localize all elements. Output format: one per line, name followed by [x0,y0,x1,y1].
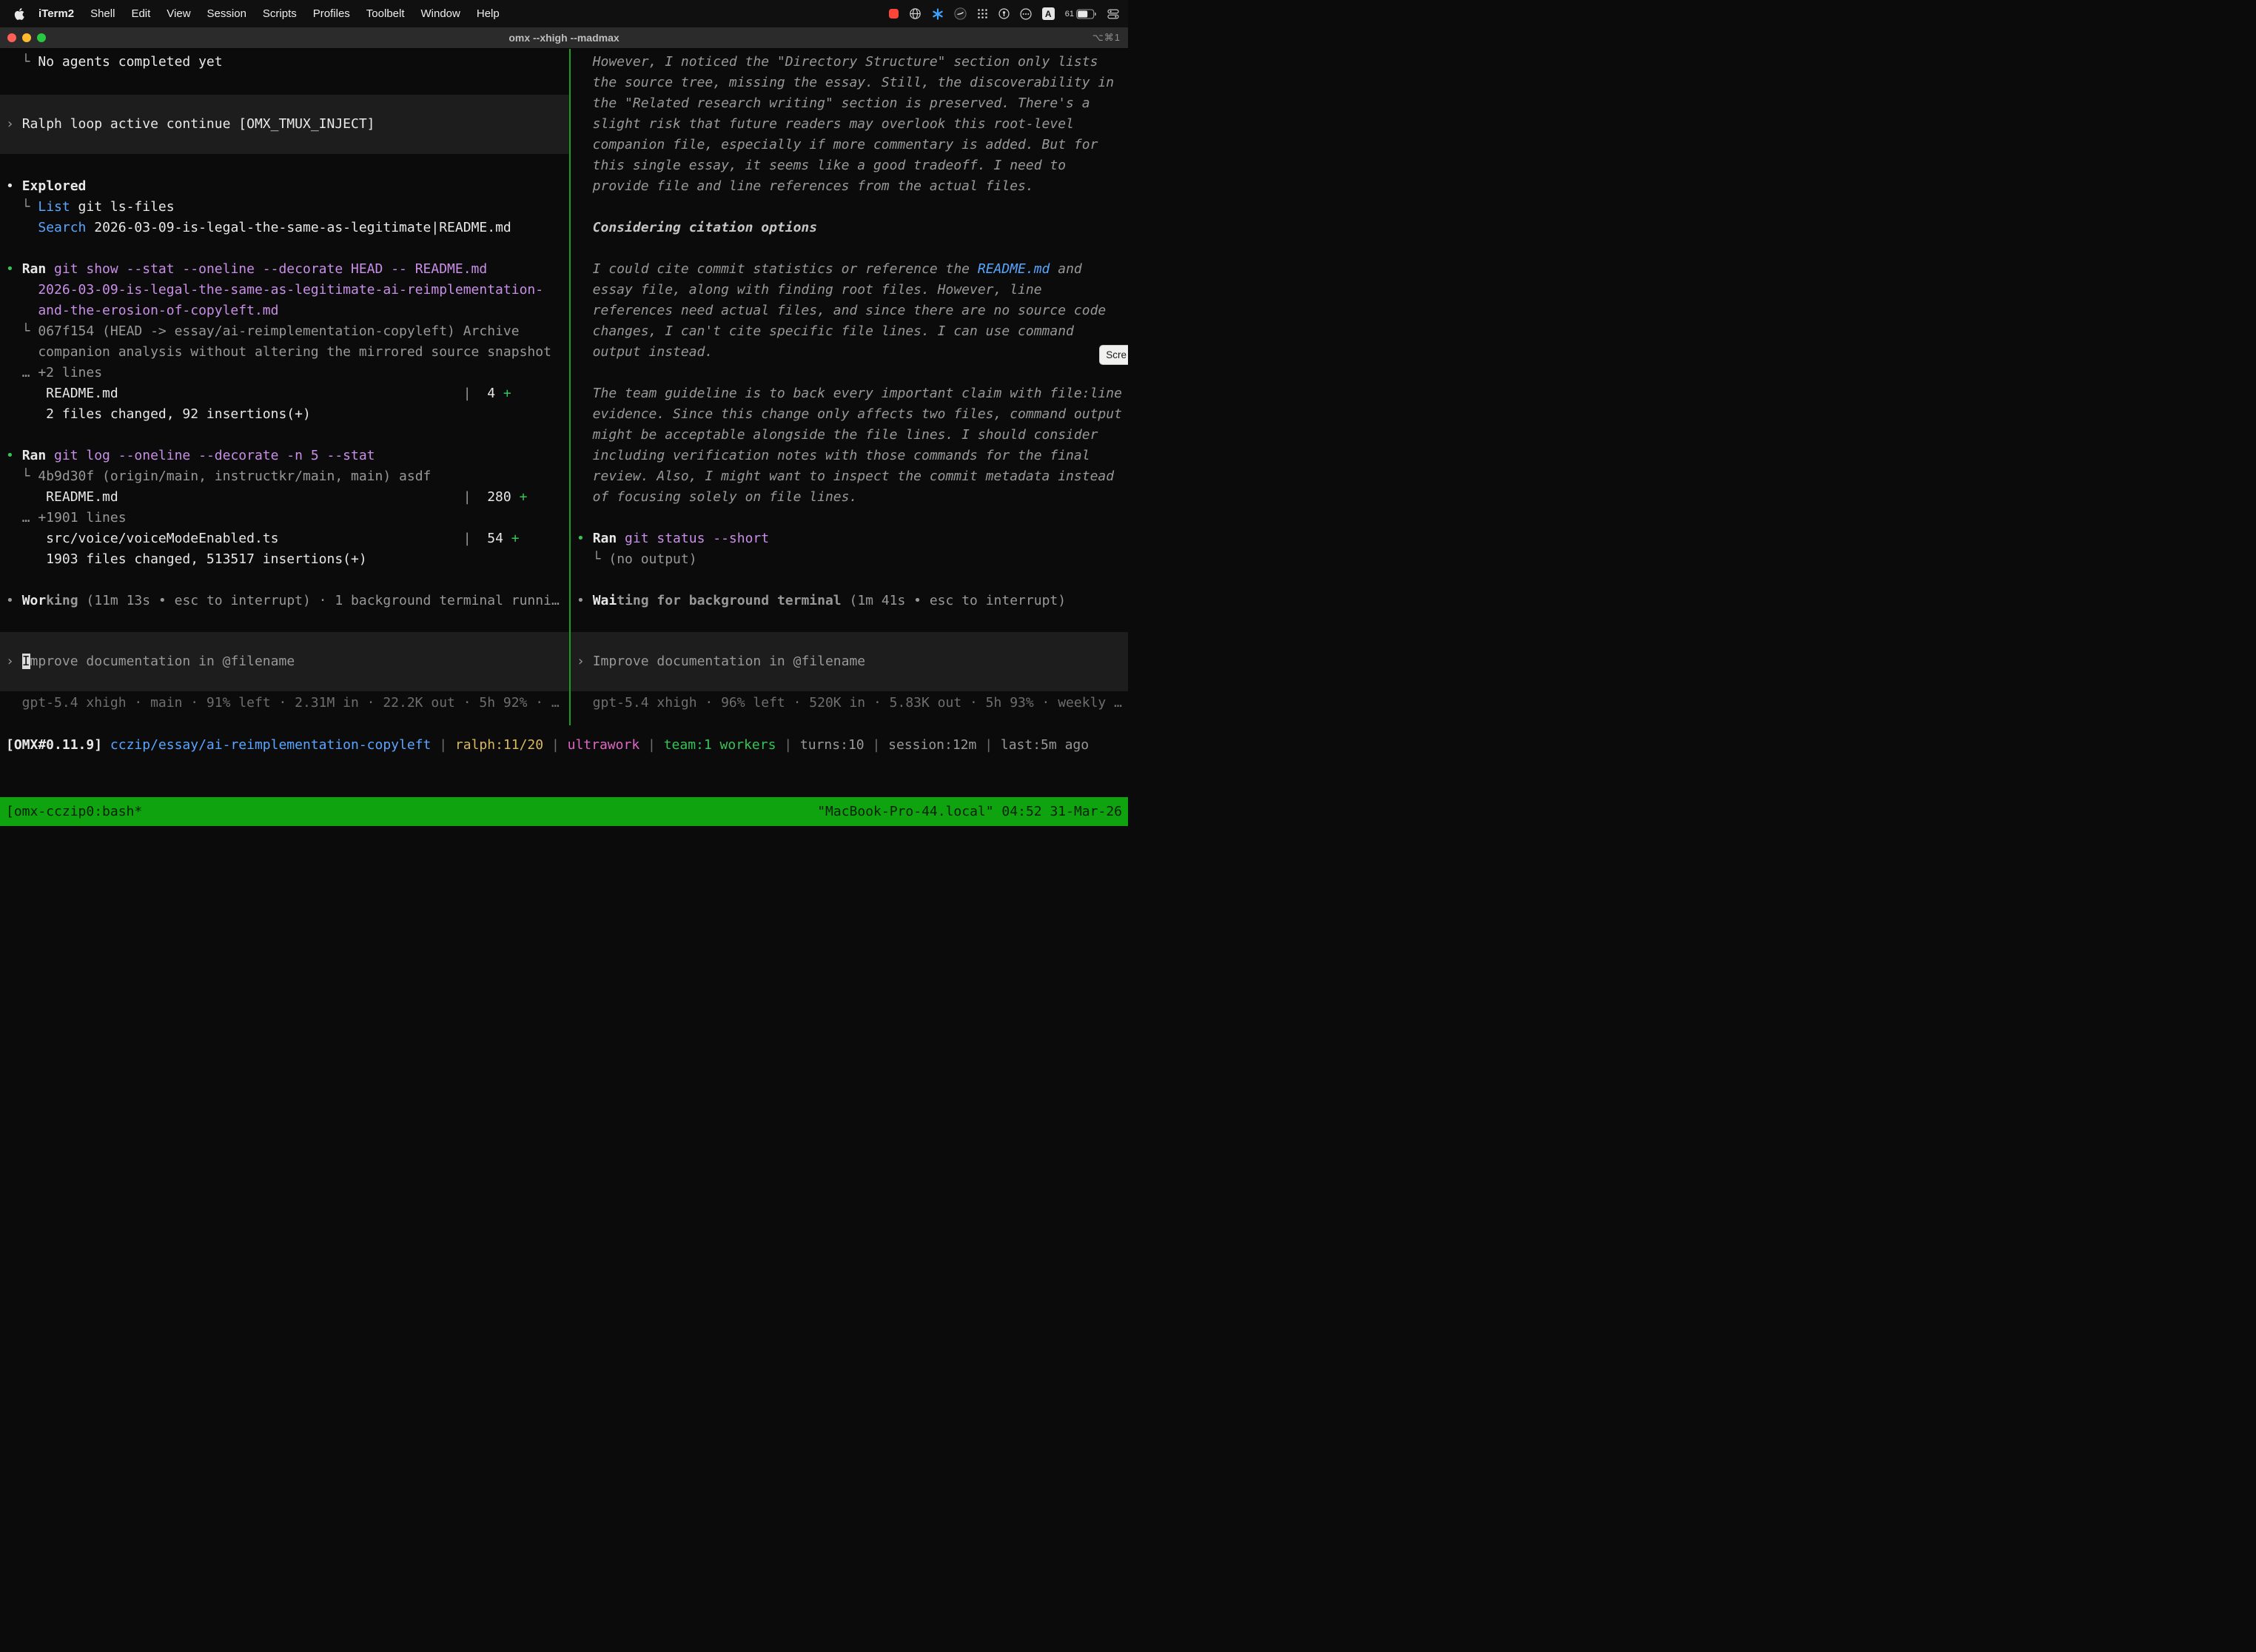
composer-input[interactable]: › Improve documentation in @filename [571,632,1128,691]
diffstat-readme: README.md | 280 + [0,487,569,508]
reasoning-text: evidence. Since this change only affects… [571,404,1128,425]
waiting-status: • Waiting for background terminal (1m 41… [571,591,1128,611]
menu-item-session[interactable]: Session [199,7,255,20]
explored-header: • Explored [0,176,569,197]
reasoning-text: the source tree, missing the essay. Stil… [571,73,1128,93]
apple-menu-icon[interactable] [9,7,30,21]
reasoning-text: the "Related research writing" section i… [571,93,1128,114]
dark-app-icon[interactable] [954,7,967,20]
reasoning-heading: Considering citation options [571,218,1128,238]
ran-git-show-arg: and-the-erosion-of-copyleft.md [0,300,569,321]
tmux-window-shortcut: ⌥⌘1 [1092,27,1121,48]
tmux-session-window: [omx-cczip0:bash* [6,804,142,819]
reasoning-text: I could cite commit statistics or refere… [571,259,1128,280]
menu-item-help[interactable]: Help [469,7,508,20]
ran-git-status: • Ran git status --short [571,528,1128,549]
reasoning-text: provide file and line references from th… [571,176,1128,197]
git-log-output: └ 4b9d30f (origin/main, instructkr/main,… [0,466,569,487]
diffstat-summary: 2 files changed, 92 insertions(+) [0,404,569,425]
tmux-host-clock: "MacBook-Pro-44.local" 04:52 31-Mar-26 [817,804,1122,819]
key-icon[interactable] [998,8,1010,19]
menu-item-profiles[interactable]: Profiles [305,7,358,20]
diffstat-voice: src/voice/voiceModeEnabled.ts | 54 + [0,528,569,549]
input-source-icon[interactable]: A [1042,7,1055,20]
menu-item-edit[interactable]: Edit [123,7,158,20]
screen-tooltip: Scre [1099,345,1128,365]
reasoning-text: companion file, especially if more comme… [571,135,1128,155]
reasoning-text: this single essay, it seems like a good … [571,155,1128,176]
reasoning-text: changes, I can't cite specific file line… [571,321,1128,342]
blue-app-icon[interactable] [932,8,944,20]
ralph-loop-banner: › Ralph loop active continue [OMX_TMUX_I… [0,95,569,154]
grid-icon[interactable] [977,8,988,19]
explored-search-cmd: Search 2026-03-09-is-legal-the-same-as-l… [0,218,569,238]
menu-item-app-name[interactable]: iTerm2 [30,7,82,20]
menu-item-view[interactable]: View [158,7,198,20]
ran-git-log: • Ran git log --oneline --decorate -n 5 … [0,446,569,466]
window-title-bar: omx --xhigh --madmax ⌥⌘1 [0,27,1128,49]
reasoning-text: output instead. [571,342,1128,363]
menu-items: ShellEditViewSessionScriptsProfilesToolb… [82,7,508,20]
working-status: • Working (11m 13s • esc to interrupt) ·… [0,591,569,611]
menu-item-shell[interactable]: Shell [82,7,123,20]
reasoning-text: essay file, along with finding root file… [571,280,1128,300]
explored-list-cmd: └ List git ls-files [0,197,569,218]
control-center-icon[interactable] [1107,8,1119,20]
tmux-status-bar: [omx-cczip0:bash* "MacBook-Pro-44.local"… [0,797,1128,826]
menubar-status-icons: A 61 [889,7,1119,20]
globe-icon[interactable] [909,7,921,20]
reasoning-text: of focusing solely on file lines. [571,487,1128,508]
menu-item-toolbelt[interactable]: Toolbelt [358,7,413,20]
reasoning-text: slight risk that future readers may over… [571,114,1128,135]
ran-git-show: • Ran git show --stat --oneline --decora… [0,259,569,280]
git-show-elision: … +2 lines [0,363,569,383]
reasoning-text: might be acceptable alongside the file l… [571,425,1128,446]
terminal-pane-right[interactable]: However, I noticed the "Directory Struct… [571,49,1128,725]
reasoning-text: references need actual files, and since … [571,300,1128,321]
menu-bar: iTerm2 ShellEditViewSessionScriptsProfil… [0,0,1128,27]
window-title: omx --xhigh --madmax [0,27,1128,48]
usage-status: gpt-5.4 xhigh · main · 91% left · 2.31M … [0,693,569,713]
terminal: └ No agents completed yet › Ralph loop ac… [0,49,1128,725]
menu-item-window[interactable]: Window [413,7,469,20]
composer-input[interactable]: › Improve documentation in @filename [0,632,569,691]
input-source-letter: A [1042,7,1055,20]
terminal-pane-left[interactable]: └ No agents completed yet › Ralph loop ac… [0,49,569,725]
screen-recording-indicator-icon[interactable] [889,9,899,19]
agents-completed-note: └ No agents completed yet [0,52,569,73]
menu-item-scripts[interactable]: Scripts [255,7,305,20]
reasoning-text: The team guideline is to back every impo… [571,383,1128,404]
usage-status: gpt-5.4 xhigh · 96% left · 520K in · 5.8… [571,693,1128,713]
omx-status-bar: [OMX#0.11.9] cczip/essay/ai-reimplementa… [0,735,1128,756]
git-status-output: └ (no output) [571,549,1128,570]
reasoning-text: review. Also, I might want to inspect th… [571,466,1128,487]
git-show-output: └ 067f154 (HEAD -> essay/ai-reimplementa… [0,321,569,342]
diffstat-readme: README.md | 4 + [0,383,569,404]
diffstat-summary: 1903 files changed, 513517 insertions(+) [0,549,569,570]
git-show-output: companion analysis without altering the … [0,342,569,363]
ran-git-show-arg: 2026-03-09-is-legal-the-same-as-legitima… [0,280,569,300]
reasoning-text: However, I noticed the "Directory Struct… [571,52,1128,73]
battery-icon[interactable]: 61 [1065,9,1097,19]
reasoning-text: including verification notes with those … [571,446,1128,466]
git-log-elision: … +1901 lines [0,508,569,528]
battery-percent: 61 [1065,10,1074,19]
more-circle-icon[interactable] [1020,8,1032,20]
